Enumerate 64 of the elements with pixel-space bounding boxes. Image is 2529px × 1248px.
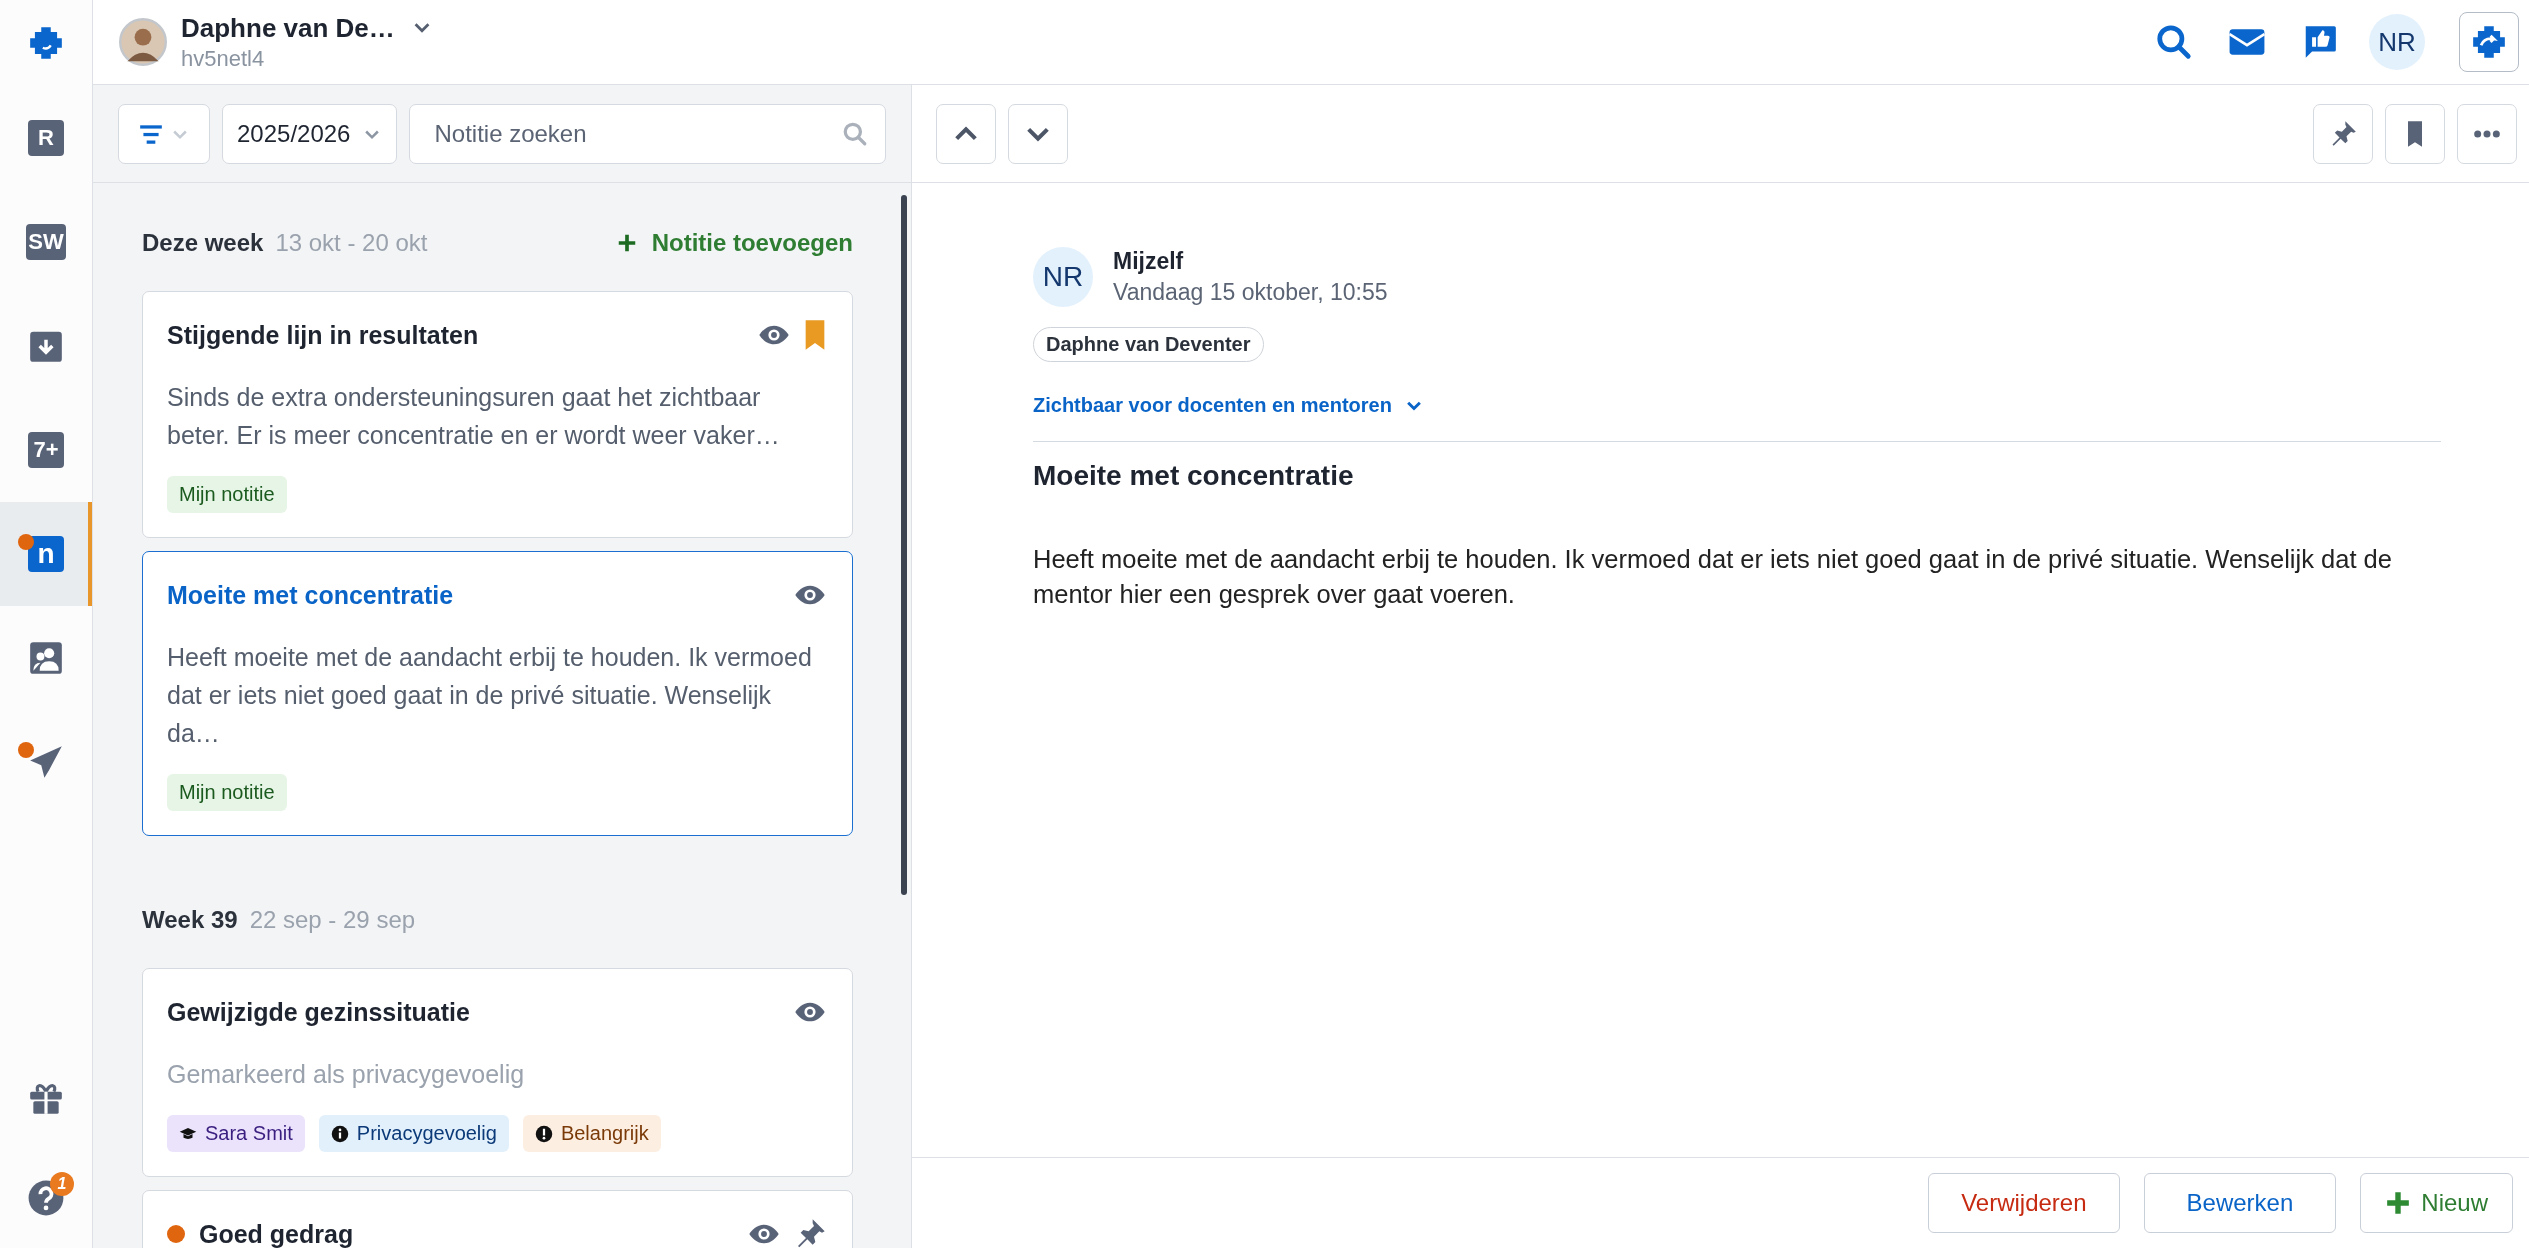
author-avatar: NR [1033, 247, 1093, 307]
edit-button[interactable]: Bewerken [2143, 1173, 2337, 1233]
visibility-dropdown[interactable]: Zichtbaar voor docenten en mentoren [1033, 394, 1424, 417]
tag: Belangrijk [522, 1115, 661, 1152]
pin-button[interactable] [2313, 103, 2373, 164]
sidebar-item[interactable]: n [0, 502, 92, 606]
search-icon [842, 120, 868, 147]
module-icon: n [28, 536, 64, 572]
note-title: Stijgende lijn in resultaten [167, 320, 480, 350]
note-preview: Gemarkeerd als privacygevoelig [167, 1059, 526, 1090]
note-preview: Heeft moeite met de aandacht erbij te houden. Ik vermoed dat er iets niet goed gaat in de privé situatie. Wenselijk da… [167, 642, 813, 749]
week-range: 13 okt - 20 okt [275, 229, 428, 257]
search-field[interactable]: Notitie zoeken [409, 103, 886, 164]
more-button[interactable] [2457, 103, 2517, 164]
note-preview: Sinds de extra ondersteuningsuren gaat het zichtbaar beter. Er is meer concentratie en er wordt weer vaker… [167, 382, 781, 451]
note-card[interactable]: Moeite met concentratie Heeft moeite met de aandacht erbij te houden. Ik vermoed dat er iets niet goed gaat in de privé situatie. Wenselijk da… Mijn notitie [142, 551, 853, 836]
tag: Sara Smit [167, 1115, 305, 1152]
filter-button[interactable] [118, 103, 210, 164]
tag: Mijn notitie [167, 476, 287, 513]
module-icon: SW [26, 224, 66, 260]
week-title: Deze week [142, 229, 264, 257]
note-date: Vandaag 15 oktober, 10:55 [1113, 279, 1388, 306]
scrollbar[interactable] [901, 195, 907, 895]
next-button[interactable] [1008, 103, 1068, 164]
plus-icon [2385, 1190, 2412, 1216]
year-dropdown[interactable]: 2025/2026 [222, 103, 398, 164]
warning-icon [534, 1124, 553, 1143]
new-button[interactable]: Nieuw [2360, 1173, 2513, 1233]
sidebar-item[interactable]: SW [0, 190, 92, 294]
note-text: Heeft moeite met de aandacht erbij te houden. Ik vermoed dat er iets niet goed gaat in de privé situatie. Wenselijk dat de mentor hier een gesprek over gaat voeren. [1033, 544, 2393, 610]
people-icon [27, 639, 65, 677]
author-name: Mijzelf [1113, 248, 1185, 275]
puzzle-icon [2470, 23, 2508, 61]
student-name: Daphne van De… [181, 12, 395, 44]
note-card[interactable]: Stijgende lijn in resultaten Sinds de extra ondersteuningsuren gaat het zichtbaar beter. Er is meer concentratie en er wordt weer vaker… Mijn notitie [142, 291, 853, 538]
week-range: 22 sep - 29 sep [249, 906, 416, 934]
user-avatar[interactable]: NR [2369, 14, 2425, 70]
notification-badge: 1 [50, 1172, 74, 1196]
note-card[interactable]: Goed gedrag [142, 1190, 853, 1248]
filter-icon [138, 122, 164, 145]
more-icon [2473, 128, 2501, 139]
note-card[interactable]: Gewijzigde gezinssituatie Gemarkeerd als privacygevoelig Sara Smit Privacygevoelig Belangrijk [142, 968, 853, 1177]
tag: Mijn notitie [167, 774, 287, 811]
delete-button[interactable]: Verwijderen [1928, 1173, 2120, 1233]
tag: Privacygevoelig [318, 1115, 509, 1152]
sidebar-item[interactable]: R [0, 86, 92, 190]
student-username: hv5netl4 [181, 45, 266, 72]
note-title: Gewijzigde gezinssituatie [167, 997, 471, 1027]
week-title: Week 39 [142, 906, 238, 934]
sidebar-item[interactable]: 7+ [0, 398, 92, 502]
previous-button[interactable] [936, 103, 996, 164]
info-icon [330, 1124, 349, 1143]
note-title: Moeite met concentratie [167, 580, 455, 610]
module-icon: R [28, 120, 64, 156]
add-note-link[interactable]: Notitie toevoegen [615, 229, 853, 257]
avatar [119, 18, 167, 66]
search-icon[interactable] [2155, 23, 2193, 61]
bookmark-button[interactable] [2385, 103, 2445, 164]
switch-button[interactable] [2459, 12, 2519, 72]
module-icon: 7+ [28, 432, 64, 468]
note-title: Goed gedrag [199, 1219, 355, 1248]
logo-icon [27, 24, 65, 62]
note-title: Moeite met concentratie [1033, 460, 1354, 492]
send-icon [27, 743, 65, 781]
